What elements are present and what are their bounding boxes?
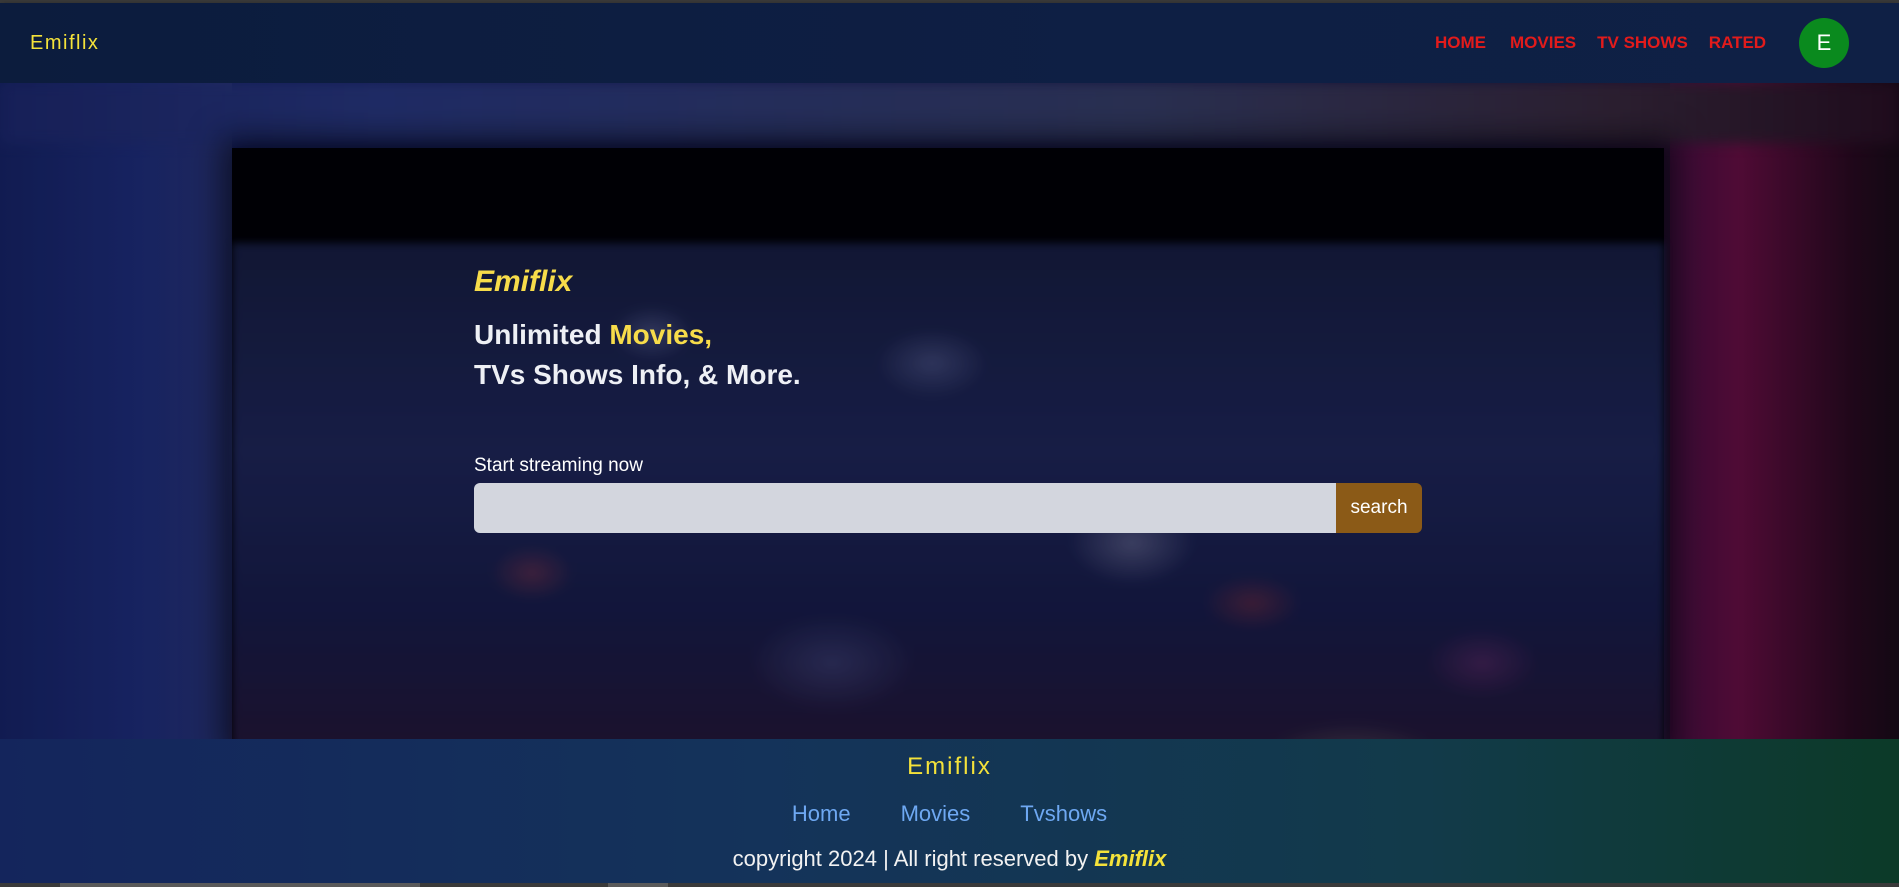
scrollbar-thumb[interactable]: [608, 883, 668, 887]
nav-link-movies[interactable]: MOVIES: [1510, 33, 1576, 53]
copyright-prefix: copyright 2024 | All right reserved by: [732, 846, 1095, 871]
navbar-brand-logo[interactable]: Emiflix: [30, 32, 99, 55]
hero-headline-text: Unlimited: [474, 319, 610, 350]
search-button[interactable]: search: [1336, 483, 1422, 533]
hero-headline: Unlimited Movies, TVs Shows Info, & More…: [474, 315, 1422, 395]
copyright-brand: Emiflix: [1094, 846, 1167, 871]
main-nav: HOME MOVIES TV SHOWS RATED: [1435, 33, 1790, 53]
nav-link-tv-shows[interactable]: TV SHOWS: [1597, 33, 1688, 53]
hero-headline-line2: TVs Shows Info, & More.: [474, 359, 801, 390]
stream-label: Start streaming now: [474, 455, 643, 476]
footer-link-movies[interactable]: Movies: [901, 801, 971, 827]
footer-nav: Home Movies Tvshows: [0, 801, 1899, 827]
footer-link-tvshows[interactable]: Tvshows: [1020, 801, 1107, 827]
scrollbar-segment[interactable]: [60, 883, 420, 887]
footer-brand: Emiflix: [907, 753, 992, 780]
nav-link-home[interactable]: HOME: [1435, 33, 1486, 53]
search-input[interactable]: [474, 483, 1336, 533]
hero-headline-accent: Movies,: [609, 319, 713, 350]
horizontal-scrollbar[interactable]: [0, 883, 1899, 887]
page-footer: Emiflix Home Movies Tvshows copyright 20…: [0, 739, 1899, 883]
hero-brand-title: Emiflix: [474, 265, 573, 298]
user-avatar[interactable]: E: [1799, 18, 1849, 68]
top-navbar: Emiflix HOME MOVIES TV SHOWS RATED E: [0, 3, 1899, 83]
copyright-text: copyright 2024 | All right reserved by E…: [0, 846, 1899, 872]
hero-banner: Emiflix Unlimited Movies, TVs Shows Info…: [0, 83, 1899, 739]
nav-link-rated[interactable]: RATED: [1709, 33, 1766, 53]
search-bar: search: [474, 483, 1422, 533]
hero-content: Emiflix Unlimited Movies, TVs Shows Info…: [474, 265, 1422, 533]
footer-link-home[interactable]: Home: [792, 801, 851, 827]
